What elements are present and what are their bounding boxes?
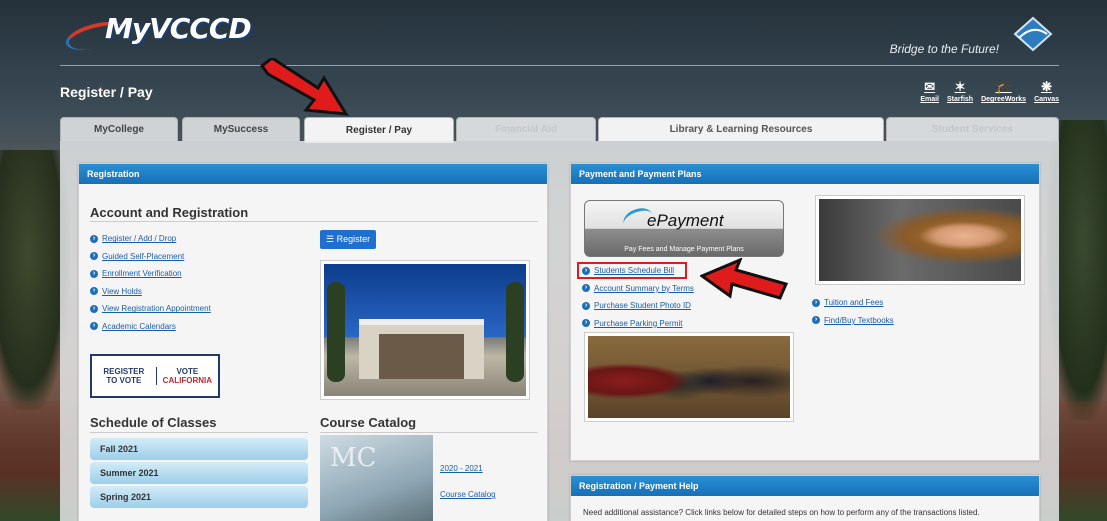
logo-text: MyVCCCD: [105, 12, 252, 45]
main-tabs: MyCollege MySuccess Register / Pay Finan…: [60, 117, 1059, 143]
link-purchase-student-photo-id[interactable]: › Purchase Student Photo ID: [582, 297, 694, 315]
epayment-subtitle: Pay Fees and Manage Payment Plans: [624, 246, 744, 253]
tab-mycollege[interactable]: MyCollege: [60, 117, 178, 141]
envelope-icon: ✉: [924, 79, 936, 94]
circle-arrow-icon: ›: [582, 301, 590, 310]
student-photo-woman: [815, 195, 1025, 285]
quick-links: ✉ Email ✶ Starfish 🎓 DegreeWorks ❋ Canva…: [920, 79, 1059, 104]
course-catalog-cover[interactable]: MC: [320, 435, 433, 521]
link-find-buy-textbooks[interactable]: › Find/Buy Textbooks: [812, 312, 894, 330]
quick-link-label: Email: [920, 96, 940, 103]
link-guided-self-placement[interactable]: › Guided Self-Placement: [90, 248, 211, 266]
circle-arrow-icon: ›: [90, 304, 98, 313]
term-spring-2021[interactable]: Spring 2021: [90, 486, 308, 508]
starfish-icon: ✶: [954, 79, 966, 94]
link-enrollment-verification[interactable]: › Enrollment Verification: [90, 265, 211, 283]
circle-arrow-icon: ›: [582, 284, 590, 293]
tab-student-services[interactable]: Student Services: [886, 117, 1059, 141]
circle-arrow-icon: ›: [90, 269, 98, 278]
circle-arrow-icon: ›: [90, 252, 98, 261]
circle-arrow-icon: ›: [90, 287, 98, 296]
red-arrow-register-tab: [259, 58, 349, 116]
link-view-holds[interactable]: › View Holds: [90, 283, 211, 301]
quick-link-label: Canvas: [1034, 96, 1059, 103]
circle-arrow-icon: ›: [582, 319, 590, 328]
tab-content: Registration Account and Registration › R…: [60, 141, 1059, 521]
myvcccd-logo[interactable]: MyVCCCD: [62, 8, 252, 56]
circle-arrow-icon: ›: [812, 316, 820, 325]
red-arrow-schedule-bill: [700, 258, 789, 300]
link-course-catalog[interactable]: Course Catalog: [440, 490, 496, 499]
payment-panel-header: Payment and Payment Plans: [571, 164, 1039, 184]
register-button[interactable]: ☰ Register: [320, 230, 377, 249]
bridge-icon: [1013, 16, 1053, 52]
circle-arrow-icon: ›: [90, 322, 98, 331]
payment-help-panel: Registration / Payment Help Need additio…: [570, 475, 1040, 521]
register-to-vote-banner[interactable]: REGISTER TO VOTE VOTE CALIFORNIA: [90, 354, 220, 398]
section-divider: [90, 221, 538, 222]
link-purchase-parking-permit[interactable]: › Purchase Parking Permit: [582, 315, 694, 333]
list-icon: ☰: [326, 234, 337, 244]
link-register-add-drop[interactable]: › Register / Add / Drop: [90, 230, 211, 248]
term-summer-2021[interactable]: Summer 2021: [90, 462, 308, 484]
quick-link-email[interactable]: ✉ Email: [920, 79, 940, 104]
circle-arrow-icon: ›: [90, 234, 98, 243]
header-divider: [60, 65, 1059, 66]
tagline: Bridge to the Future!: [889, 42, 999, 56]
quick-link-starfish[interactable]: ✶ Starfish: [947, 79, 974, 104]
tab-mysuccess[interactable]: MySuccess: [182, 117, 300, 141]
section-divider: [90, 432, 308, 433]
campus-building-photo: [320, 260, 530, 400]
link-tuition-and-fees[interactable]: › Tuition and Fees: [812, 294, 894, 312]
schedule-bill-highlight-box: [577, 262, 687, 279]
registration-links: › Register / Add / Drop › Guided Self-Plac…: [90, 230, 211, 335]
payment-panel: Payment and Payment Plans ePayment Pay F…: [570, 163, 1040, 461]
tab-register-pay[interactable]: Register / Pay: [304, 117, 454, 143]
graduation-cap-icon: 🎓: [995, 79, 1012, 94]
page-title: Register / Pay: [60, 84, 153, 100]
tab-financial-aid[interactable]: Financial Aid: [456, 117, 596, 141]
term-fall-2021[interactable]: Fall 2021: [90, 438, 308, 460]
epayment-button[interactable]: ePayment Pay Fees and Manage Payment Pla…: [584, 200, 784, 257]
vote-banner-left: REGISTER TO VOTE: [92, 367, 157, 385]
payment-help-header: Registration / Payment Help: [571, 476, 1039, 496]
quick-link-degreeworks[interactable]: 🎓 DegreeWorks: [981, 79, 1027, 104]
epayment-title: ePayment: [647, 211, 724, 230]
quick-link-label: Starfish: [947, 96, 974, 103]
quick-link-canvas[interactable]: ❋ Canvas: [1034, 79, 1059, 104]
quick-link-label: DegreeWorks: [981, 96, 1027, 103]
link-account-summary-by-terms[interactable]: › Account Summary by Terms: [582, 280, 694, 298]
students-group-photo: [584, 332, 794, 422]
canvas-icon: ❋: [1041, 79, 1052, 94]
schedule-of-classes-title: Schedule of Classes: [90, 415, 217, 430]
registration-panel-header: Registration: [79, 164, 547, 184]
link-view-registration-appointment[interactable]: › View Registration Appointment: [90, 300, 211, 318]
tab-library-learning-resources[interactable]: Library & Learning Resources: [598, 117, 884, 141]
vote-banner-right: VOTE CALIFORNIA: [162, 367, 212, 385]
registration-panel: Registration Account and Registration › R…: [78, 163, 548, 521]
account-registration-title: Account and Registration: [90, 205, 249, 220]
payment-help-text: Need additional assistance? Click links …: [583, 508, 980, 517]
site-header: MyVCCCD Bridge to the Future! Register /…: [60, 0, 1059, 112]
link-catalog-2020-2021[interactable]: 2020 - 2021: [440, 464, 483, 473]
circle-arrow-icon: ›: [812, 298, 820, 307]
payment-right-links: › Tuition and Fees › Find/Buy Textbooks: [812, 294, 894, 329]
course-catalog-title: Course Catalog: [320, 415, 417, 430]
section-divider: [320, 432, 538, 433]
link-academic-calendars[interactable]: › Academic Calendars: [90, 318, 211, 336]
